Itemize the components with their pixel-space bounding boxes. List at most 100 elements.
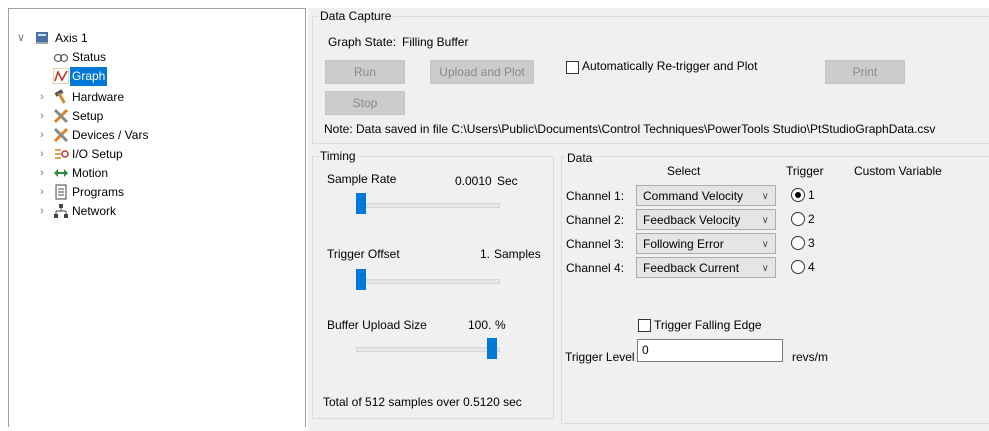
graph-icon [52, 67, 70, 85]
buffer-upload-size-slider-thumb[interactable] [487, 338, 497, 359]
auto-retrigger-checkbox[interactable] [566, 61, 579, 74]
drive-icon [34, 30, 50, 46]
timing-group [312, 156, 554, 419]
buffer-upload-size-label: Buffer Upload Size [327, 318, 427, 332]
chevron-down-icon: ∨ [761, 239, 769, 250]
chevron-right-icon[interactable]: › [36, 183, 48, 202]
tree-item-label: Graph [70, 67, 108, 86]
trigger-offset-unit: Samples [494, 247, 541, 261]
tree-item-label: Status [72, 50, 107, 64]
trigger-column-header: Trigger [786, 164, 824, 178]
tree-item-devices-vars[interactable]: › Devices / Vars [9, 126, 299, 145]
tree-item-graph[interactable]: Graph [9, 67, 299, 86]
graph-panel: Data Capture Graph State: Filling Buffer… [308, 8, 989, 431]
buffer-upload-size-slider-track[interactable] [356, 347, 500, 352]
tree-item-label: Motion [72, 166, 109, 180]
data-file-note: Note: Data saved in file C:\Users\Public… [324, 122, 936, 136]
tree-item-label: Axis 1 [55, 31, 88, 45]
data-title: Data [565, 151, 595, 165]
channel-1-select[interactable]: Command Velocity ∨ [636, 185, 776, 206]
trigger-level-unit: revs/m [792, 350, 828, 364]
channel-3-trigger-label: 3 [808, 236, 815, 250]
tree-item-programs[interactable]: › Programs [9, 183, 299, 202]
tree-item-status[interactable]: Status [9, 48, 299, 67]
channel-4-trigger-label: 4 [808, 260, 815, 274]
sample-rate-label: Sample Rate [327, 172, 397, 186]
trigger-level-label: Trigger Level [565, 350, 635, 364]
data-capture-title: Data Capture [318, 9, 394, 23]
channel-3-label: Channel 3: [566, 237, 625, 251]
chevron-right-icon[interactable]: › [36, 88, 48, 107]
tree-item-network[interactable]: › Network [9, 202, 299, 221]
tree-item-label: Programs [72, 185, 125, 199]
tree-item-motion[interactable]: › Motion [9, 164, 299, 183]
trigger-offset-label: Trigger Offset [327, 247, 400, 261]
chevron-down-icon: ∨ [761, 215, 769, 226]
trigger-level-input[interactable]: 0 [637, 339, 783, 362]
total-samples-text: Total of 512 samples over 0.5120 sec [323, 395, 522, 409]
graph-state-label: Graph State: [328, 35, 397, 49]
channel-2-select-value: Feedback Velocity [643, 213, 741, 227]
tree-item-io-setup[interactable]: › I/O Setup [9, 145, 299, 164]
upload-and-plot-button[interactable]: Upload and Plot [430, 60, 534, 84]
channel-1-trigger-radio[interactable] [791, 188, 805, 202]
channel-2-select[interactable]: Feedback Velocity ∨ [636, 209, 776, 230]
trigger-offset-slider-thumb[interactable] [356, 269, 366, 290]
tree-item-hardware[interactable]: › Hardware [9, 88, 299, 107]
chevron-right-icon[interactable]: › [36, 202, 48, 221]
channel-1-label: Channel 1: [566, 189, 625, 203]
status-icon [53, 49, 69, 65]
tools-icon [53, 108, 69, 124]
trigger-falling-edge-checkbox[interactable] [638, 319, 651, 332]
chevron-down-icon: ∨ [761, 191, 769, 202]
custom-variable-column-header: Custom Variable [854, 164, 942, 178]
tree-item-label: Setup [72, 109, 104, 123]
channel-3-trigger-radio[interactable] [791, 236, 805, 250]
chevron-right-icon[interactable]: › [36, 107, 48, 126]
tree-item-label: Hardware [72, 90, 125, 104]
tree-root-axis-1[interactable]: ∨ Axis 1 [9, 29, 299, 48]
channel-1-trigger-label: 1 [808, 188, 815, 202]
buffer-upload-size-unit: % [495, 318, 506, 332]
trigger-falling-edge-label: Trigger Falling Edge [654, 318, 762, 332]
chevron-down-icon: ∨ [761, 263, 769, 274]
trigger-offset-value: 1. [480, 247, 491, 261]
tree-item-label: I/O Setup [72, 147, 123, 161]
select-column-header: Select [667, 164, 701, 178]
chevron-right-icon[interactable]: › [36, 126, 48, 145]
chevron-right-icon[interactable]: › [36, 145, 48, 164]
channel-1-select-value: Command Velocity [643, 189, 744, 203]
channel-4-select[interactable]: Feedback Current ∨ [636, 257, 776, 278]
io-icon [53, 146, 69, 162]
sample-rate-value: 0.0010 [455, 174, 492, 188]
hammer-icon [53, 89, 69, 105]
channel-2-label: Channel 2: [566, 213, 625, 227]
channel-2-trigger-label: 2 [808, 212, 815, 226]
channel-3-select[interactable]: Following Error ∨ [636, 233, 776, 254]
channel-4-trigger-radio[interactable] [791, 260, 805, 274]
run-button[interactable]: Run [325, 60, 405, 84]
print-button[interactable]: Print [825, 60, 905, 84]
sample-rate-slider-thumb[interactable] [356, 193, 366, 214]
timing-title: Timing [318, 149, 358, 163]
chevron-down-icon[interactable]: ∨ [15, 29, 27, 48]
buffer-upload-size-value: 100. [468, 318, 492, 332]
channel-2-trigger-radio[interactable] [791, 212, 805, 226]
sample-rate-unit: Sec [497, 174, 518, 188]
graph-state-value: Filling Buffer [402, 35, 469, 49]
auto-retrigger-label: Automatically Re-trigger and Plot [582, 59, 758, 73]
navigation-tree: ∨ Axis 1 Status Graph › Hardware › Setup… [8, 8, 306, 427]
tree-item-label: Network [72, 204, 117, 218]
network-icon [53, 203, 69, 219]
chevron-right-icon[interactable]: › [36, 164, 48, 183]
arrows-icon [53, 165, 69, 181]
stop-button[interactable]: Stop [325, 91, 405, 115]
trigger-offset-slider-track[interactable] [356, 279, 500, 284]
channel-3-select-value: Following Error [643, 237, 724, 251]
tree-item-setup[interactable]: › Setup [9, 107, 299, 126]
sample-rate-slider-track[interactable] [356, 203, 500, 208]
channel-4-label: Channel 4: [566, 261, 625, 275]
tools-icon [53, 127, 69, 143]
tree-item-label: Devices / Vars [72, 128, 149, 142]
channel-4-select-value: Feedback Current [643, 261, 740, 275]
